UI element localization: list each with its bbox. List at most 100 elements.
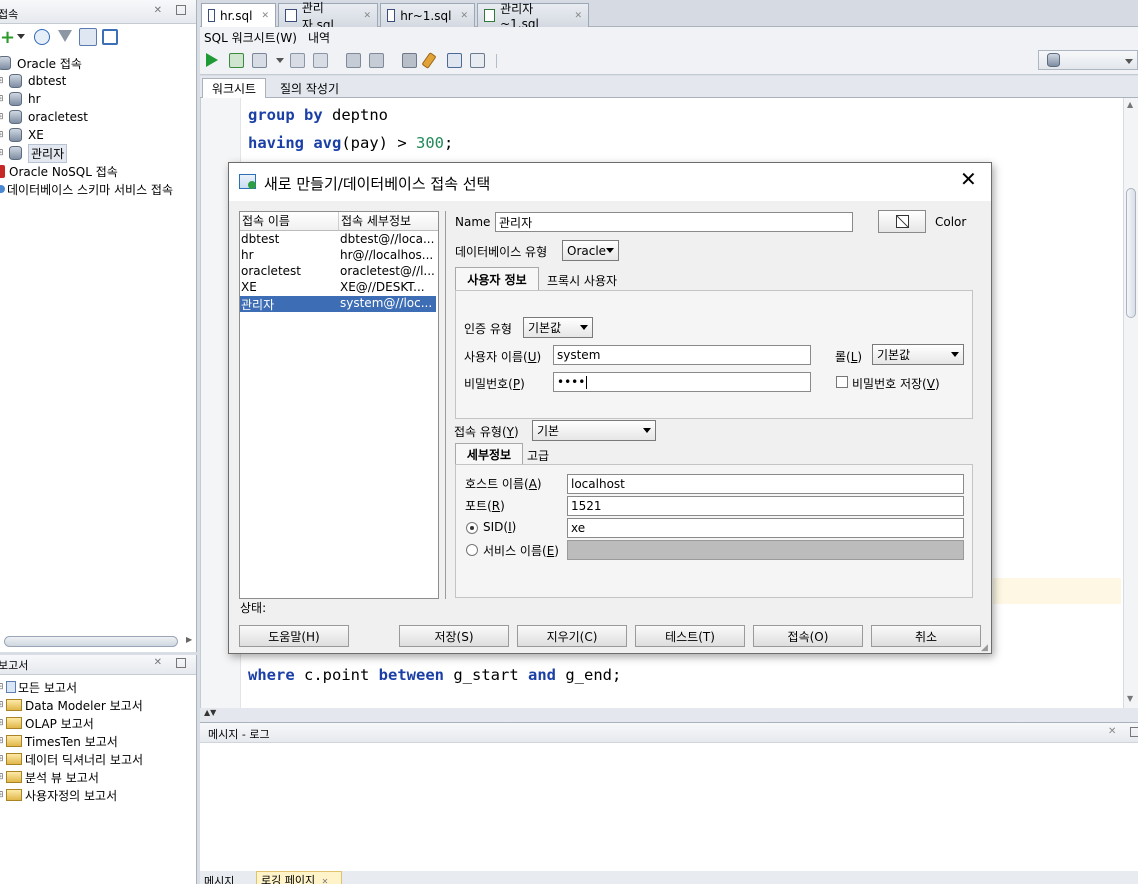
unshared-sql-icon[interactable] (402, 53, 417, 68)
tree-item-olap[interactable]: ⊞ OLAP 보고서 (0, 714, 94, 732)
database-type-select[interactable]: Oracle (562, 240, 619, 261)
expand-icon[interactable]: ⊞ (0, 148, 6, 158)
scroll-right-icon[interactable]: ▶ (186, 635, 192, 644)
chevron-down-icon[interactable] (276, 58, 284, 63)
port-input[interactable]: 1521 (567, 496, 964, 516)
splitter[interactable] (445, 211, 446, 599)
connection-selector[interactable] (1038, 50, 1138, 70)
scroll-up-icon[interactable]: ▲ (1127, 100, 1133, 109)
tree-item-timesten[interactable]: ⊞ TimesTen 보고서 (0, 732, 118, 750)
tree-item-nosql[interactable]: Oracle NoSQL 접속 (0, 162, 118, 180)
connection-row-hr[interactable]: hr hr@//localhos... (240, 248, 436, 264)
close-icon[interactable]: ✕ (322, 877, 329, 884)
connect-button[interactable]: 접속(O) (753, 625, 863, 647)
tree-item-dbtest[interactable]: ⊞ dbtest (0, 72, 66, 90)
tab-admin-sql[interactable]: 관리자.sql ✕ (278, 1, 378, 32)
tab-messages[interactable]: 메시지 (204, 873, 234, 884)
tab-history[interactable]: 내역 (308, 29, 330, 46)
close-icon[interactable]: ✕ (1108, 726, 1116, 737)
close-icon[interactable]: ✕ (574, 11, 582, 21)
tree-item-admin[interactable]: ⊞ 관리자 (0, 143, 68, 163)
tab-proxy-user[interactable]: 프록시 사용자 (547, 272, 617, 289)
close-icon[interactable]: ✕ (154, 657, 162, 668)
minimize-icon[interactable] (1130, 727, 1138, 737)
expand-icon[interactable]: ⊞ (0, 94, 6, 104)
sql-history-icon[interactable] (447, 53, 462, 68)
run-statement-icon[interactable] (206, 53, 218, 67)
connection-row-xe[interactable]: XE XE@//DESKT... (240, 280, 436, 296)
tree-item-analytic-view[interactable]: ⊞ 분석 뷰 보고서 (0, 768, 99, 786)
tab-user-info[interactable]: 사용자 정보 (455, 267, 539, 291)
tree-item-schema-service[interactable]: 데이터베이스 스키마 서비스 접속 (0, 180, 173, 198)
clear-button[interactable]: 지우기(C) (517, 625, 627, 647)
close-icon[interactable]: ✕ (261, 11, 269, 21)
connection-type-select[interactable]: 기본 (532, 420, 656, 441)
close-icon[interactable]: ✕ (960, 169, 977, 189)
explain-plan-icon[interactable] (290, 53, 305, 68)
minimize-icon[interactable] (176, 5, 186, 15)
auth-type-select[interactable]: 기본값 (523, 317, 593, 338)
close-icon[interactable]: ✕ (460, 11, 468, 21)
expand-icon[interactable]: ⊞ (0, 76, 6, 86)
chevron-down-icon[interactable] (17, 34, 25, 39)
service-name-input[interactable] (567, 540, 964, 560)
tree-item-xe[interactable]: ⊞ XE (0, 126, 44, 144)
minimize-icon[interactable] (176, 658, 186, 668)
save-button[interactable]: 저장(S) (399, 625, 509, 647)
commit-icon[interactable] (346, 53, 361, 68)
scroll-down-icon[interactable]: ▼ (1127, 694, 1133, 703)
connection-row-oracletest[interactable]: oracletest oracletest@//l... (240, 264, 436, 280)
tab-worksheet[interactable]: 워크시트 (202, 78, 266, 98)
expand-icon[interactable]: ⊞ (0, 112, 6, 122)
schema-browser-icon[interactable] (79, 28, 97, 46)
filter-icon[interactable] (58, 30, 72, 42)
tree-item-user-defined[interactable]: ⊞ 사용자정의 보고서 (0, 786, 117, 804)
sid-radio[interactable] (466, 522, 478, 534)
collapse-arrows-icon[interactable]: ▲▼ (204, 708, 216, 717)
color-picker-button[interactable] (878, 210, 926, 233)
service-name-radio[interactable] (466, 544, 478, 556)
tab-hr-sql[interactable]: hr.sql ✕ (201, 3, 276, 27)
sid-input[interactable]: xe (567, 518, 964, 538)
tree-item-hr[interactable]: ⊞ hr (0, 90, 41, 108)
close-icon[interactable]: ✕ (154, 5, 162, 16)
test-button[interactable]: 테스트(T) (635, 625, 745, 647)
scrollbar-thumb[interactable] (1126, 188, 1136, 318)
rollback-icon[interactable] (369, 53, 384, 68)
username-input[interactable]: system (553, 345, 811, 365)
sql-tuning-icon[interactable] (313, 53, 328, 68)
role-select[interactable]: 기본값 (872, 344, 964, 365)
tab-hr1-sql[interactable]: hr~1.sql ✕ (380, 3, 475, 27)
connection-row-admin[interactable]: 관리자 system@//loc... (240, 296, 436, 312)
name-input[interactable]: 관리자 (495, 212, 853, 232)
horizontal-scrollbar[interactable] (4, 636, 178, 647)
run-script-icon[interactable] (229, 53, 244, 68)
expand-icon[interactable]: ⊞ (0, 130, 6, 140)
splitter[interactable]: ▲▼ (200, 708, 1138, 722)
help-button[interactable]: 도움말(H) (239, 625, 349, 647)
add-connection-icon[interactable]: + (0, 29, 15, 47)
tab-advanced[interactable]: 고급 (527, 447, 549, 464)
hostname-input[interactable]: localhost (567, 474, 964, 494)
eraser-icon[interactable] (421, 52, 437, 69)
tab-details[interactable]: 세부정보 (455, 443, 523, 465)
tree-item-oracle-connections[interactable]: Oracle 접속 (0, 54, 82, 72)
column-header-name[interactable]: 접속 이름 (240, 212, 339, 230)
format-icon[interactable] (470, 53, 485, 68)
cancel-button[interactable]: 취소 (871, 625, 981, 647)
tree-item-all-reports[interactable]: ⊟ 모든 보고서 (0, 678, 77, 696)
save-password-checkbox[interactable] (836, 376, 848, 388)
tree-item-data-dictionary[interactable]: ⊞ 데이터 딕셔너리 보고서 (0, 750, 143, 768)
autotrace-icon[interactable] (252, 53, 267, 68)
sort-icon[interactable] (102, 29, 118, 45)
close-icon[interactable]: ✕ (363, 11, 371, 21)
resize-grip-icon[interactable]: ◢ (981, 643, 988, 653)
tab-query-builder[interactable]: 질의 작성기 (280, 80, 339, 97)
tree-item-oracletest[interactable]: ⊞ oracletest (0, 108, 88, 126)
connection-row-dbtest[interactable]: dbtest dbtest@//loca... (240, 232, 436, 248)
vertical-scrollbar[interactable]: ▲ ▼ (1123, 98, 1138, 708)
tree-item-data-modeler[interactable]: ⊞ Data Modeler 보고서 (0, 696, 143, 714)
password-input[interactable]: •••• (553, 372, 811, 392)
tab-admin1-sql[interactable]: 관리자~1.sql ✕ (477, 2, 589, 31)
tab-logging-page[interactable]: 로깅 페이지 ✕ (256, 871, 342, 884)
